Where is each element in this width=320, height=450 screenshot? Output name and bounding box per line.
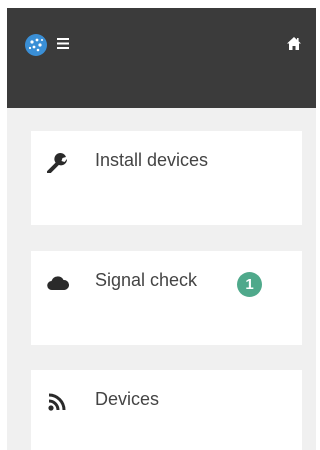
notification-badge: 1 <box>237 272 262 297</box>
wrench-icon <box>47 153 68 173</box>
menu-list: Install devices Signal check 1 Devices <box>7 108 316 450</box>
globe-logo-icon[interactable] <box>25 34 47 56</box>
menu-item-label: Devices <box>95 389 160 409</box>
menu-item-install-devices[interactable]: Install devices <box>31 131 302 225</box>
menu-item-devices[interactable]: Devices <box>31 370 302 450</box>
rss-feed-icon <box>48 393 66 411</box>
menu-item-label: Signal check <box>95 270 198 290</box>
home-icon[interactable] <box>287 37 301 50</box>
menu-item-signal-check[interactable]: Signal check 1 <box>31 251 302 345</box>
menu-item-label: Install devices <box>95 150 209 170</box>
cloud-icon <box>47 276 69 291</box>
top-bar <box>7 8 316 108</box>
hamburger-menu-icon[interactable] <box>57 38 69 49</box>
app-frame: Install devices Signal check 1 Devices <box>7 8 316 450</box>
